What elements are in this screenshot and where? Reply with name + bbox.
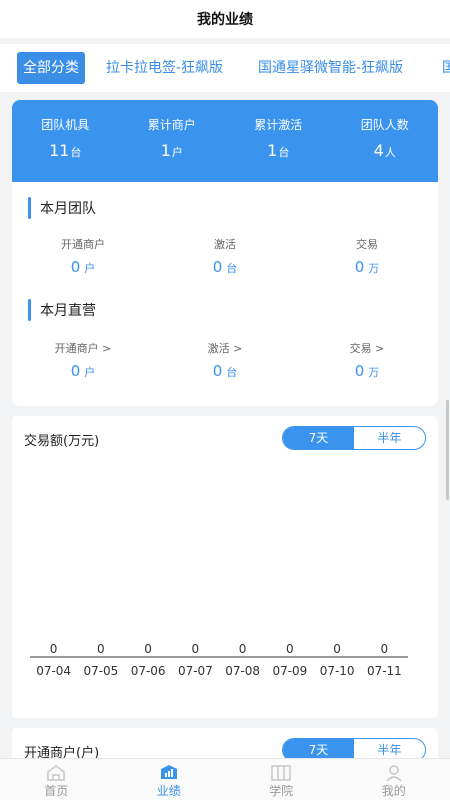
summary-label: 团队机具 bbox=[41, 118, 90, 132]
page-title: 我的业绩 bbox=[197, 12, 253, 28]
direct-month-metrics: 开通商户 > 0户 激活 > 0台 交易 > 0万 bbox=[12, 340, 438, 380]
tabbar-academy[interactable]: 学院 bbox=[225, 759, 338, 800]
scrollbar-thumb[interactable] bbox=[446, 400, 449, 500]
transaction-chart-card: 0 07-04 0 07-05 0 07-06 0 07-07 0 07-08 0 07-09 0 07-… bbox=[12, 416, 438, 718]
summary-team-devices[interactable]: 团队机具 11台 bbox=[12, 100, 119, 182]
metric-direct-transactions[interactable]: 交易 > 0万 bbox=[296, 340, 438, 380]
chart-data-label: 0 bbox=[192, 642, 200, 656]
tabbar-label: 我的 bbox=[381, 784, 406, 798]
metric-team-activations: 激活 0台 bbox=[154, 236, 296, 276]
chart-data-label: 0 bbox=[50, 642, 58, 656]
chart-x-tick-label: 07-05 bbox=[83, 664, 118, 678]
chart-range-toggle: 7天 半年 bbox=[282, 426, 426, 450]
chart-data-label: 0 bbox=[97, 642, 105, 656]
chart-data-label: 0 bbox=[239, 642, 247, 656]
section-title-team-month: 本月团队 bbox=[28, 196, 96, 220]
summary-total-merchants[interactable]: 累计商户 1户 bbox=[119, 100, 226, 182]
profile-icon bbox=[338, 762, 450, 784]
chart-data-label: 0 bbox=[381, 642, 389, 656]
summary-label: 累计商户 bbox=[147, 118, 196, 132]
chart-x-tick-label: 07-07 bbox=[178, 664, 213, 678]
tab-guotong[interactable]: 国通星驿微智能-狂飙版 bbox=[252, 52, 409, 84]
metric-value: 0万 bbox=[354, 362, 380, 380]
metric-label: 交易 bbox=[356, 238, 378, 251]
section-title-direct-month: 本月直营 bbox=[28, 298, 96, 322]
tab-all-categories[interactable]: 全部分类 bbox=[17, 52, 85, 84]
metric-value: 0户 bbox=[70, 362, 96, 380]
section-title-text: 本月直营 bbox=[40, 303, 96, 319]
metric-direct-activations[interactable]: 激活 > 0台 bbox=[154, 340, 296, 380]
tabbar-label: 业绩 bbox=[156, 784, 181, 798]
summary-header: 团队机具 11台 累计商户 1户 累计激活 1台 团队人数 4人 bbox=[12, 100, 438, 182]
section-accent-bar bbox=[28, 197, 31, 219]
academy-icon bbox=[225, 762, 338, 784]
team-month-metrics: 开通商户 0户 激活 0台 交易 0万 bbox=[12, 236, 438, 276]
chart-title: 交易额(万元) bbox=[24, 434, 100, 449]
summary-label: 团队人数 bbox=[360, 118, 409, 132]
section-accent-bar bbox=[28, 299, 31, 321]
metric-label: 交易 > bbox=[349, 342, 385, 355]
metric-label: 开通商户 > bbox=[54, 342, 112, 355]
chart-data-label: 0 bbox=[286, 642, 294, 656]
tab-lakala[interactable]: 拉卡拉电签-狂飙版 bbox=[100, 52, 229, 84]
metric-value: 0台 bbox=[212, 362, 238, 380]
metric-direct-merchants[interactable]: 开通商户 > 0户 bbox=[12, 340, 154, 380]
chart-x-tick-label: 07-09 bbox=[272, 664, 307, 678]
page-header: 我的业绩 bbox=[0, 0, 450, 38]
tabbar-performance[interactable]: 业绩 bbox=[113, 759, 226, 800]
transaction-chart: 0 07-04 0 07-05 0 07-06 0 07-07 0 07-08 0 07-09 0 07-… bbox=[30, 642, 408, 678]
tab-more[interactable]: 国 bbox=[436, 52, 450, 84]
chart-x-tick-label: 07-04 bbox=[36, 664, 71, 678]
performance-icon bbox=[113, 762, 226, 784]
metric-label: 激活 bbox=[214, 238, 236, 251]
metric-value: 0万 bbox=[354, 258, 380, 276]
metric-team-transactions: 交易 0万 bbox=[296, 236, 438, 276]
chart-data-label: 0 bbox=[333, 642, 341, 656]
section-title-text: 本月团队 bbox=[40, 201, 96, 217]
metric-label: 开通商户 bbox=[61, 238, 105, 251]
summary-value: 11台 bbox=[49, 141, 82, 160]
summary-value: 4人 bbox=[373, 141, 396, 160]
summary-total-activations[interactable]: 累计激活 1台 bbox=[225, 100, 332, 182]
metric-label: 激活 > bbox=[207, 342, 243, 355]
toggle-7-days[interactable]: 7天 bbox=[283, 427, 354, 449]
tabbar-home[interactable]: 首页 bbox=[0, 759, 113, 800]
toggle-half-year[interactable]: 半年 bbox=[354, 427, 425, 449]
chart-x-tick-label: 07-11 bbox=[367, 664, 402, 678]
summary-team-size[interactable]: 团队人数 4人 bbox=[332, 100, 439, 182]
chart-x-tick-label: 07-10 bbox=[320, 664, 355, 678]
metric-value: 0台 bbox=[212, 258, 238, 276]
chart-x-tick-label: 07-06 bbox=[131, 664, 166, 678]
category-tabs: 全部分类 拉卡拉电签-狂飙版 国通星驿微智能-狂飙版 国 bbox=[0, 44, 450, 92]
summary-value: 1台 bbox=[267, 141, 290, 160]
chart-x-tick-label: 07-08 bbox=[225, 664, 260, 678]
tabbar-label: 学院 bbox=[269, 784, 294, 798]
tabbar-label: 首页 bbox=[44, 784, 69, 798]
metric-value: 0户 bbox=[70, 258, 96, 276]
summary-label: 累计激活 bbox=[254, 118, 303, 132]
chart-data-label: 0 bbox=[144, 642, 152, 656]
bottom-tab-bar: 首页 业绩 学院 我的 bbox=[0, 758, 450, 800]
tabbar-profile[interactable]: 我的 bbox=[338, 759, 450, 800]
stats-card: 团队机具 11台 累计商户 1户 累计激活 1台 团队人数 4人 本月团队 开通… bbox=[12, 100, 438, 406]
metric-team-merchants: 开通商户 0户 bbox=[12, 236, 154, 276]
home-icon bbox=[0, 762, 113, 784]
summary-value: 1户 bbox=[160, 141, 183, 160]
